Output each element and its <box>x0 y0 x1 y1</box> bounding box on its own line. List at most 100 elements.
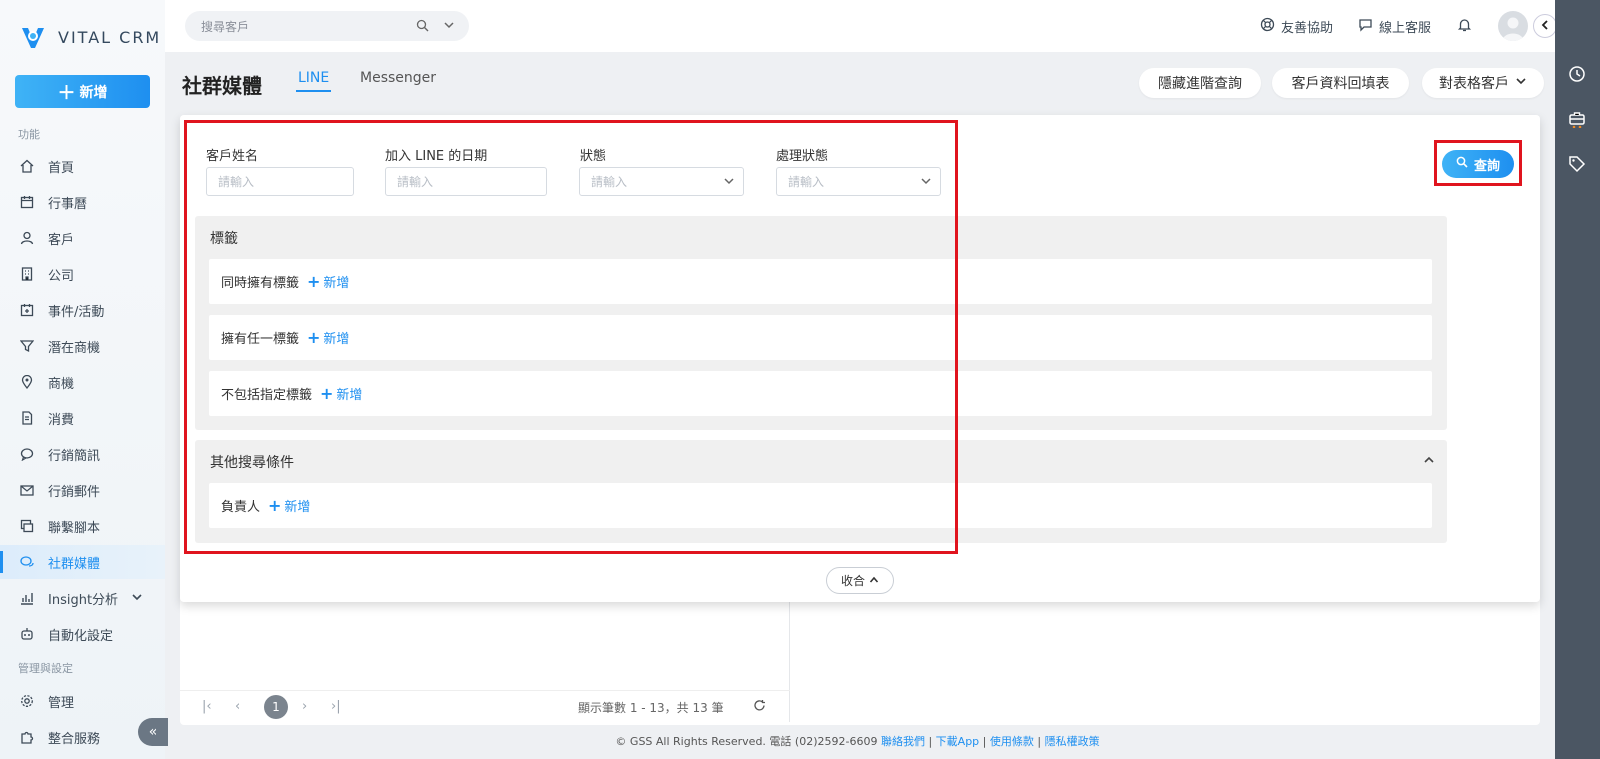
footer-link-privacy[interactable]: 隱私權政策 <box>1045 735 1100 748</box>
footer: © GSS All Rights Reserved. 電話 (02)2592-6… <box>615 735 1100 748</box>
building-icon <box>20 267 34 281</box>
notifications-button[interactable] <box>1457 17 1472 36</box>
lifebuoy-icon <box>1260 17 1275 36</box>
chart-icon <box>20 591 34 605</box>
sidebar-item-email[interactable]: 行銷郵件 <box>0 473 165 507</box>
support-chat-icon <box>1358 17 1373 36</box>
prev-page-icon[interactable]: ‹ <box>235 699 240 714</box>
chevron-down-icon[interactable] <box>443 19 455 34</box>
plus-icon: ＋ <box>57 82 76 104</box>
funnel-icon <box>20 339 34 353</box>
chevron-down-icon <box>131 591 143 607</box>
sidebar-item-label: 自動化設定 <box>48 628 114 644</box>
section-label-features: 功能 <box>18 128 40 141</box>
new-button-label: 新增 <box>79 84 108 101</box>
help-link[interactable]: 友善協助 <box>1260 17 1333 36</box>
home-icon <box>20 159 34 173</box>
sidebar-item-label: 行銷郵件 <box>48 484 101 500</box>
sidebar-item-customers[interactable]: 客戶 <box>0 221 165 255</box>
sidebar-item-label: Insight分析 <box>48 592 119 608</box>
topbar: 搜尋客戶 友善協助 線上客服 <box>165 0 1557 52</box>
sidebar-item-insight[interactable]: Insight分析 <box>0 581 165 615</box>
refresh-icon[interactable] <box>753 699 766 716</box>
first-page-icon[interactable]: |‹ <box>202 699 212 714</box>
sidebar-item-scripts[interactable]: 聯繫腳本 <box>0 509 165 543</box>
search-input[interactable]: 搜尋客戶 <box>185 11 469 41</box>
bell-icon <box>1457 17 1472 36</box>
footer-link-contact[interactable]: 聯絡我們 <box>881 735 925 748</box>
chevron-up-icon[interactable] <box>1423 454 1435 470</box>
chat-icon <box>20 555 34 569</box>
user-avatar-icon <box>1502 17 1524 41</box>
sidebar-item-label: 事件/活動 <box>48 304 105 320</box>
hide-advanced-button[interactable]: 隱藏進階查詢 <box>1139 68 1261 98</box>
support-link[interactable]: 線上客服 <box>1358 17 1431 36</box>
customer-form-button[interactable]: 客戶資料回填表 <box>1272 68 1409 98</box>
query-highlight-box <box>1434 140 1522 186</box>
help-label: 友善協助 <box>1281 21 1334 36</box>
filter-highlight-box <box>184 120 958 554</box>
gear-icon <box>20 694 34 708</box>
mail-icon <box>20 483 34 497</box>
tab-messenger[interactable]: Messenger <box>360 70 436 86</box>
location-pin-icon <box>20 375 34 389</box>
sidebar-item-label: 首頁 <box>48 160 75 176</box>
chevron-up-icon <box>869 574 879 588</box>
sidebar-item-admin[interactable]: 管理 <box>0 684 165 718</box>
collapse-button[interactable]: 收合 <box>826 567 894 594</box>
next-page-icon[interactable]: › <box>302 699 307 714</box>
sidebar-item-label: 行銷簡訊 <box>48 448 101 464</box>
sidebar-item-leads[interactable]: 潛在商機 <box>0 329 165 363</box>
sidebar-item-automation[interactable]: 自動化設定 <box>0 617 165 651</box>
section-label-admin: 管理與設定 <box>18 662 73 675</box>
logo-icon <box>22 28 44 48</box>
event-icon <box>20 303 34 317</box>
user-icon <box>20 231 34 245</box>
chevron-left-icon <box>1540 19 1550 33</box>
support-label: 線上客服 <box>1379 21 1432 36</box>
tab-line[interactable]: LINE <box>295 70 332 92</box>
history-icon[interactable] <box>1568 65 1586 83</box>
sidebar-item-label: 管理 <box>48 695 75 711</box>
panel-toggle-button[interactable] <box>1533 14 1557 38</box>
sidebar-item-consumption[interactable]: 消費 <box>0 401 165 435</box>
table-customers-dropdown[interactable]: 對表格客戶 <box>1422 68 1544 98</box>
sidebar-item-label: 潛在商機 <box>48 340 101 356</box>
search-icon[interactable] <box>416 19 429 35</box>
sidebar-item-social-media[interactable]: 社群媒體 <box>0 545 165 579</box>
new-button[interactable]: ＋ 新增 <box>15 75 150 108</box>
chat-bubble-icon <box>20 447 34 461</box>
right-rail <box>1555 0 1600 759</box>
sidebar-item-label: 消費 <box>48 412 75 428</box>
footer-link-download[interactable]: 下載App <box>936 735 980 748</box>
last-page-icon[interactable]: ›| <box>331 699 341 714</box>
tag-icon[interactable] <box>1568 155 1586 173</box>
receipt-icon <box>20 411 34 425</box>
sidebar-item-label: 行事曆 <box>48 196 88 212</box>
sidebar: VITAL CRM ＋ 新增 功能 首頁 行事曆 客戶 公司 事件/活動 潛在商… <box>0 0 165 759</box>
search-placeholder: 搜尋客戶 <box>201 19 250 34</box>
sidebar-item-opportunities[interactable]: 商機 <box>0 365 165 399</box>
calendar-icon <box>20 195 34 209</box>
sidebar-item-events[interactable]: 事件/活動 <box>0 293 165 327</box>
sidebar-item-label: 聯繫腳本 <box>48 520 101 536</box>
sidebar-item-label: 商機 <box>48 376 75 392</box>
robot-icon <box>20 627 34 641</box>
logo[interactable]: VITAL CRM <box>18 22 161 52</box>
logo-text: VITAL CRM <box>58 27 162 47</box>
sidebar-item-label: 社群媒體 <box>48 556 101 572</box>
avatar[interactable] <box>1498 11 1528 41</box>
sidebar-item-label: 客戶 <box>48 232 75 248</box>
footer-link-terms[interactable]: 使用條款 <box>990 735 1034 748</box>
sidebar-item-home[interactable]: 首頁 <box>0 149 165 183</box>
sidebar-item-calendar[interactable]: 行事曆 <box>0 185 165 219</box>
chevron-down-icon <box>1515 75 1527 91</box>
sidebar-item-company[interactable]: 公司 <box>0 257 165 291</box>
pager: |‹ ‹ 1 › ›| 顯示筆數 1 - 13，共 13 筆 <box>180 690 790 722</box>
sidebar-item-sms[interactable]: 行銷簡訊 <box>0 437 165 471</box>
current-page[interactable]: 1 <box>264 695 288 719</box>
page-title: 社群媒體 <box>182 74 262 98</box>
script-icon <box>20 519 34 533</box>
briefcase-icon[interactable] <box>1568 110 1586 129</box>
pager-info: 顯示筆數 1 - 13，共 13 筆 <box>578 701 724 715</box>
